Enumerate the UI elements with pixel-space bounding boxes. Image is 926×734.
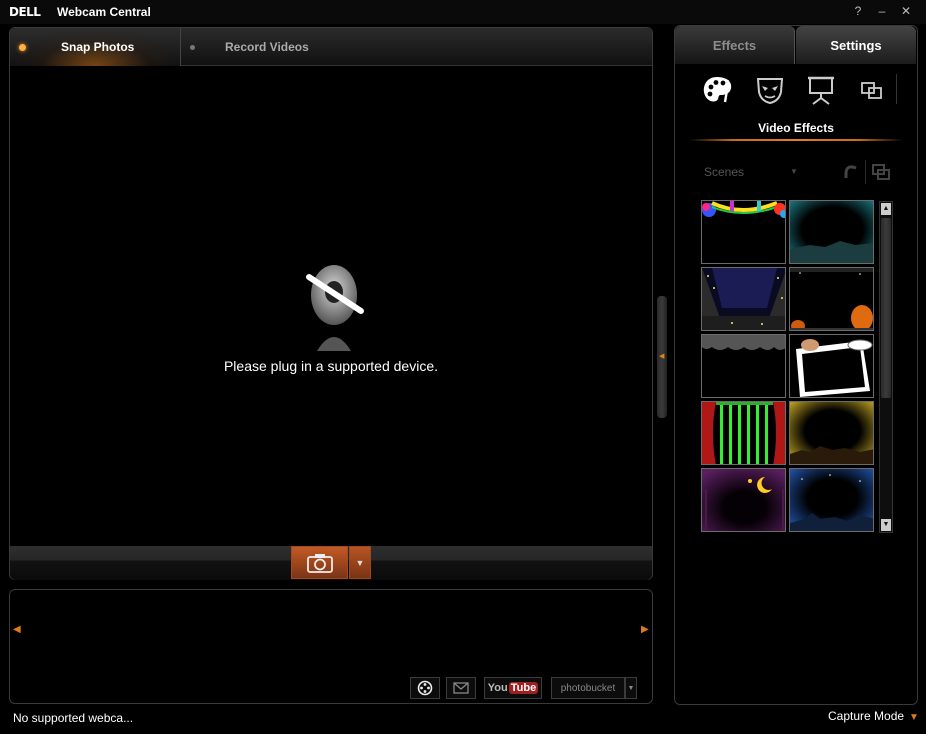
thumbnail-golden-city[interactable] [789, 401, 874, 465]
thumbnail-scrollbar[interactable]: ▲ ▼ [879, 201, 893, 533]
photobucket-upload-button[interactable]: photobucket [551, 677, 625, 699]
overlay-icon[interactable] [855, 74, 889, 106]
tab-snap-photos[interactable]: Snap Photos [10, 28, 181, 66]
title-underline [689, 139, 903, 141]
capture-mode-toggle[interactable]: Capture Mode ▼ [828, 709, 919, 723]
effects-section-title: Video Effects [758, 121, 834, 135]
gallery-prev-arrow[interactable]: ◀ [13, 624, 21, 635]
undo-icon[interactable] [838, 160, 862, 184]
no-device-message: Please plug in a supported device. [223, 358, 439, 374]
manage-effects-icon[interactable] [869, 160, 893, 184]
tab-label: Record Videos [225, 40, 309, 54]
thumbnail-starry-stage[interactable] [701, 267, 786, 331]
close-button[interactable]: ✕ [898, 3, 914, 19]
thumbnail-halloween[interactable] [789, 267, 874, 331]
scroll-up-button[interactable]: ▲ [881, 203, 891, 215]
status-text: No supported webca... [13, 711, 134, 725]
inactive-indicator-dot [190, 45, 195, 50]
no-webcam-icon [306, 265, 364, 351]
email-button[interactable] [446, 677, 476, 699]
media-gallery: ◀ ▶ You Tube photobucket ▼ [9, 589, 653, 704]
scenes-dropdown[interactable]: Scenes [704, 165, 744, 179]
chevron-down-icon: ▼ [909, 712, 919, 723]
camera-icon [306, 553, 333, 573]
capture-toolbar: ▼ [10, 546, 652, 580]
thumbnail-green-curtain[interactable] [701, 401, 786, 465]
capture-tabs: Snap Photos Record Videos [10, 28, 652, 66]
photobucket-logo: photobucket [560, 682, 616, 694]
title-bar: DELL Webcam Central ? – ✕ [0, 0, 926, 24]
camera-preview: Please plug in a supported device. [10, 67, 652, 545]
gallery-next-arrow[interactable]: ▶ [641, 624, 649, 635]
thumbnail-blue-night-city[interactable] [789, 468, 874, 532]
tab-settings[interactable]: Settings [796, 26, 916, 64]
mask-icon[interactable] [753, 74, 787, 106]
scenes-dropdown-arrow[interactable]: ▼ [790, 167, 798, 176]
window-title: Webcam Central [57, 5, 151, 19]
scroll-down-button[interactable]: ▼ [881, 519, 891, 531]
presentation-icon[interactable] [804, 74, 838, 106]
capture-panel: Snap Photos Record Videos Please plug in… [9, 27, 653, 580]
tab-effects[interactable]: Effects [675, 26, 795, 64]
effects-panel: Effects Settings Video Effects Scenes ▼ [674, 25, 918, 705]
toolbar-divider [865, 160, 866, 184]
dell-logo: DELL [9, 5, 41, 19]
share-film-button[interactable] [410, 677, 440, 699]
youtube-upload-button[interactable]: You Tube [484, 677, 542, 699]
tab-label: Snap Photos [61, 40, 135, 54]
help-button[interactable]: ? [850, 3, 866, 19]
icon-divider [896, 74, 897, 104]
capture-options-dropdown[interactable]: ▼ [349, 546, 371, 579]
film-reel-icon [417, 680, 433, 696]
thumbnail-crescent-moon[interactable] [701, 468, 786, 532]
collapse-arrow-icon: ◀ [659, 353, 665, 360]
thumbnail-photo-frame[interactable] [789, 334, 874, 398]
tab-record-videos[interactable]: Record Videos [182, 28, 382, 66]
youtube-logo-you: You [487, 682, 508, 694]
thumbnail-teal-city[interactable] [789, 200, 874, 264]
capture-mode-label: Capture Mode [828, 709, 905, 723]
effects-thumbnail-grid [701, 200, 876, 534]
active-indicator-dot [19, 44, 26, 51]
thumbnail-cloud-frame[interactable] [701, 334, 786, 398]
palette-icon[interactable] [701, 74, 735, 106]
minimize-button[interactable]: – [874, 3, 890, 19]
youtube-logo-tube: Tube [508, 682, 539, 694]
envelope-icon [453, 682, 469, 694]
thumbnail-party-balloons[interactable] [701, 200, 786, 264]
scroll-thumb[interactable] [881, 218, 891, 398]
panel-collapse-handle[interactable]: ◀ [657, 296, 667, 418]
share-dropdown-arrow[interactable]: ▼ [625, 677, 637, 699]
take-photo-button[interactable] [291, 546, 348, 579]
